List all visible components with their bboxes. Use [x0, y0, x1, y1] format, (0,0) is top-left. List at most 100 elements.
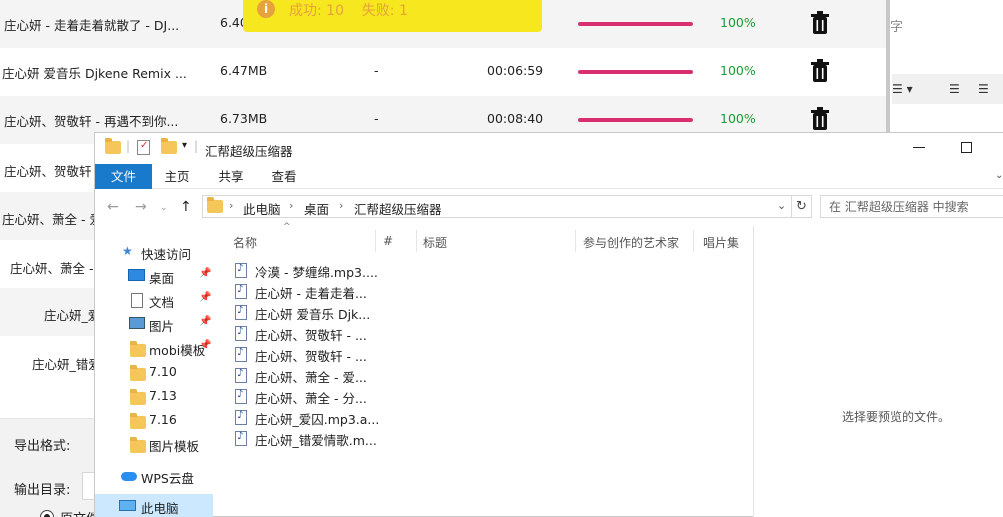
file-name: 庄心妍、萧全 - [10, 261, 94, 276]
column-album[interactable]: 唱片集 [703, 234, 739, 251]
file-list-item[interactable]: 冷漠 - 梦缠绵.mp3.... [233, 260, 378, 281]
tab-share[interactable]: 共享 [212, 164, 250, 189]
new-folder-icon[interactable] [161, 138, 177, 157]
file-list-item[interactable]: 庄心妍、贺敬轩 - ... [233, 323, 373, 344]
file-size: 6.73MB [220, 111, 268, 126]
search-input[interactable] [820, 195, 1003, 218]
column-name[interactable]: 名称 [233, 234, 257, 251]
column-title[interactable]: 标题 [423, 234, 447, 251]
column-separator[interactable] [416, 230, 417, 252]
pin-icon: 📌 [199, 340, 212, 351]
nav-pictures[interactable]: 图片 📌 [95, 312, 213, 336]
nav-label: 7.16 [149, 412, 177, 427]
column-separator[interactable] [693, 230, 694, 252]
pin-icon: 📌 [199, 292, 212, 303]
cloud-icon [121, 472, 137, 481]
file-name: 冷漠 - 梦缠绵.mp3.... [255, 265, 378, 280]
column-separator[interactable] [375, 230, 376, 252]
column-separator[interactable] [575, 230, 576, 252]
bullet-list-icon[interactable]: ☰ [949, 82, 960, 96]
nav-folder-7-10[interactable]: 7.10 [95, 360, 213, 384]
forward-arrow-icon[interactable]: → [135, 199, 147, 215]
file-list-item[interactable]: 庄心妍 - 走着走着... [233, 281, 373, 302]
minimize-button[interactable] [913, 147, 925, 148]
nav-label: WPS云盘 [141, 471, 194, 486]
file-list-item[interactable]: 庄心妍_错爱情歌.m... [233, 428, 377, 449]
file-explorer-window: | ✓ ▾ | 汇帮超级压缩器 文件 主页 共享 查看 ⌄ ← → ⌄ ↑ › … [94, 132, 1003, 517]
audio-file-icon [235, 410, 247, 425]
success-count: 10 [326, 3, 344, 19]
folder-icon [130, 365, 146, 381]
maximize-button[interactable] [961, 142, 972, 153]
file-list-item[interactable]: 庄心妍_爱囚.mp3.a... [233, 407, 379, 428]
breadcrumb-this-pc[interactable]: 此电脑 [243, 199, 281, 218]
nav-label: mobi模板 [149, 343, 206, 358]
pin-icon: 📌 [199, 268, 212, 279]
column-track-number[interactable]: # [383, 234, 393, 248]
original-folder-radio[interactable] [40, 510, 54, 517]
file-name: 庄心妍 爱音乐 Djkene Remix ... [2, 66, 187, 81]
pictures-icon [129, 317, 145, 329]
file-name: 庄心妍、贺敬轩 - ... [255, 328, 367, 343]
address-dropdown-icon[interactable]: ⌄ [777, 199, 786, 212]
tab-file[interactable]: 文件 [95, 164, 152, 189]
export-format-label: 导出格式: [14, 439, 71, 454]
back-arrow-icon[interactable]: ← [107, 199, 119, 215]
file-row[interactable]: 庄心妍 爱音乐 Djkene Remix ... 6.47MB - 00:06:… [0, 48, 890, 96]
customize-toolbar-icon[interactable]: ▾ [182, 140, 187, 151]
progress-fill [578, 70, 693, 74]
file-name: 庄心妍、贺敬轩 - ... [255, 349, 367, 364]
numbered-list-icon[interactable]: ☰ [978, 82, 989, 96]
progress-bar [578, 22, 693, 26]
refresh-icon[interactable]: ↻ [792, 195, 812, 218]
file-list-item[interactable]: 庄心妍 爱音乐 Djk... [233, 302, 373, 323]
bitrate-value: - [374, 111, 379, 126]
nav-folder-7-13[interactable]: 7.13 [95, 384, 213, 408]
audio-file-icon [235, 431, 247, 446]
output-dir-label: 输出目录: [14, 483, 71, 498]
folder-icon [130, 413, 146, 429]
trash-icon[interactable] [810, 11, 830, 35]
file-name: 庄心妍、萧全 - 分... [255, 391, 367, 406]
file-list-item[interactable]: 庄心妍、萧全 - 爱... [233, 365, 373, 386]
nav-documents[interactable]: 文档 📌 [95, 288, 213, 312]
progress-percent: 100% [720, 111, 756, 126]
column-headers: ^ 名称 # 标题 参与创作的艺术家 唱片集 [213, 222, 753, 256]
audio-file-icon [235, 284, 247, 299]
properties-icon[interactable]: ✓ [137, 140, 150, 155]
column-artists[interactable]: 参与创作的艺术家 [583, 234, 679, 251]
nav-folder-7-16[interactable]: 7.16 [95, 408, 213, 432]
file-name: 庄心妍、萧全 - 爱... [255, 370, 367, 385]
file-list-item[interactable]: 庄心妍、萧全 - 分... [233, 386, 373, 407]
window-title: 汇帮超级压缩器 [205, 144, 293, 159]
nav-picture-template[interactable]: 图片模板 [95, 432, 213, 456]
address-bar-row: ← → ⌄ ↑ › 此电脑 › 桌面 › 汇帮超级压缩器 ⌄ ↻ [95, 189, 1003, 226]
address-bar[interactable]: › 此电脑 › 桌面 › 汇帮超级压缩器 ⌄ [202, 195, 792, 218]
nav-quick-access[interactable]: ★ 快速访问 [95, 240, 213, 264]
nav-mobi-template[interactable]: mobi模板 📌 [95, 336, 213, 360]
file-list-item[interactable]: 庄心妍、贺敬轩 - ... [233, 344, 373, 365]
duration: 00:06:59 [487, 63, 544, 78]
toolbar-separator: | [126, 139, 131, 153]
nav-this-pc[interactable]: 此电脑 [95, 494, 213, 517]
nav-desktop[interactable]: 桌面 📌 [95, 264, 213, 288]
fail-count: 1 [398, 3, 408, 19]
this-pc-icon [119, 500, 136, 511]
breadcrumb-current-folder[interactable]: 汇帮超级压缩器 [354, 199, 442, 218]
nav-wps-cloud[interactable]: WPS云盘 [95, 464, 213, 488]
trash-icon[interactable] [810, 107, 830, 131]
audio-file-icon [235, 305, 247, 320]
bitrate-value: - [374, 63, 379, 78]
expand-ribbon-icon[interactable]: ⌄ [995, 170, 1003, 181]
list-sort-icon[interactable]: ☰ ▾ [892, 82, 913, 96]
trash-icon[interactable] [810, 59, 830, 83]
tab-home[interactable]: 主页 [158, 164, 196, 189]
result-toast: i 成功: 10 失败: 1 [243, 0, 542, 32]
recent-locations-icon[interactable]: ⌄ [160, 203, 168, 213]
nav-label: 图片 [149, 319, 175, 334]
breadcrumb-desktop[interactable]: 桌面 [304, 199, 329, 218]
up-arrow-icon[interactable]: ↑ [180, 199, 192, 215]
preview-placeholder: 选择要预览的文件。 [842, 410, 951, 424]
preview-pane: 选择要预览的文件。 [753, 226, 1003, 517]
tab-view[interactable]: 查看 [265, 164, 303, 189]
